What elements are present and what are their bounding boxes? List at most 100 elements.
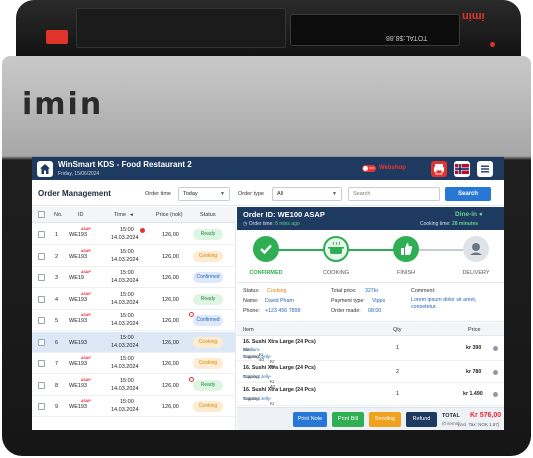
search-input[interactable] [348, 187, 440, 201]
table-row[interactable]: 7 WE193 ASAP 15:00 14.03.2024 126,00 Cooking [32, 353, 236, 374]
row-checkbox[interactable] [38, 360, 45, 367]
item-name: 16. Sushi Xtra Large (24 Pcs) [243, 387, 316, 393]
table-row[interactable]: 1 WE193 ASAP 15:00 14.03.2024 126,00 Ready [32, 224, 236, 245]
table-row[interactable]: 3 WE19 ASAP 15:00 14.03.2024 126,00 Confirmed [32, 267, 236, 288]
cooking-time: Cooking time: 28 minutes [420, 221, 478, 227]
asap-tag: ASAP [81, 227, 91, 231]
table-row[interactable]: 2 WE193 ASAP 15:00 14.03.2024 126,00 Cooking [32, 246, 236, 267]
col-price: Price (nok) [156, 212, 183, 218]
language-button[interactable] [454, 161, 470, 177]
customer-display-text: TOTAL:$8.88 [386, 34, 428, 41]
step-finish[interactable] [393, 236, 419, 262]
status-badge: Ready [193, 229, 223, 240]
row-checkbox[interactable] [38, 317, 45, 324]
total-price-label: Total price: [331, 288, 357, 294]
total-value: Kr 576,00 [470, 412, 502, 419]
row-checkbox[interactable] [38, 338, 45, 346]
row-id: WE193 [69, 296, 88, 303]
table-row[interactable]: 9 WE193 ASAP 15:00 14.03.2024 126,00 Cooking [32, 396, 236, 417]
comment-label: Comment: [411, 288, 436, 294]
row-date: 14.03.2024 [111, 342, 139, 349]
row-checkbox[interactable] [38, 403, 45, 410]
step-delivery[interactable] [463, 236, 489, 262]
step-cooking[interactable] [323, 236, 349, 262]
dine-in-icon: ● [478, 211, 483, 218]
table-row[interactable]: 8 WE193 ASAP 15:00 14.03.2024 126,00 Ready [32, 375, 236, 396]
item-size-label: Size: [243, 347, 254, 352]
asap-tag: ASAP [81, 377, 91, 382]
webshop-label: Webshop [379, 165, 406, 171]
row-checkbox[interactable] [38, 274, 45, 281]
order-made-label: Order made: [331, 308, 361, 314]
order-time-select[interactable]: Today ▼ [178, 187, 230, 201]
row-price: 126,00 [162, 404, 179, 410]
menu-button[interactable] [477, 161, 493, 177]
item-topping-label: Topping: [243, 374, 261, 379]
item-info-icon[interactable] [493, 346, 498, 351]
row-checkbox[interactable] [38, 252, 45, 260]
table-row[interactable]: 4 WE193 ASAP 15:00 14.03.2024 126,00 Ready [32, 289, 236, 310]
total-price-value: 327kr [365, 288, 379, 294]
row-time: 15:00 [120, 313, 134, 319]
chevron-down-icon: ▼ [220, 191, 225, 197]
item-name: 16. Sushi Xtra Large (24 Pcs) [243, 365, 316, 371]
row-checkbox[interactable] [38, 231, 45, 238]
cooking-pot-icon [328, 241, 344, 254]
row-id: WE19 [69, 275, 84, 281]
printer-release-tab[interactable] [46, 30, 68, 44]
table-row[interactable]: 6 WE193 15:00 14.03.2024 126,00 Cooking [32, 331, 236, 353]
item-info-icon[interactable] [493, 370, 498, 375]
row-no: 5 [55, 318, 59, 324]
order-type-select[interactable]: All ▼ [272, 187, 342, 201]
refund-button[interactable]: Refund [406, 412, 437, 427]
order-id: Order ID: WE100 ASAP [243, 210, 325, 219]
item-info-icon[interactable] [493, 392, 498, 397]
table-header: No. ID Time ◂ Price (nok) Status [32, 207, 236, 223]
filter-toolbar: Order Management Order time Today ▼ Orde… [32, 180, 504, 206]
row-date: 14.03.2024 [111, 256, 139, 263]
sending-button[interactable]: Sending [369, 412, 401, 427]
hamburger-menu-icon [481, 165, 489, 173]
step-confirmed[interactable] [253, 236, 279, 262]
col-time[interactable]: Time [114, 212, 126, 218]
row-no: 3 [55, 275, 59, 281]
col-no: No. [54, 212, 63, 218]
row-id: WE193 [69, 318, 88, 324]
power-indicator [490, 42, 495, 47]
row-id: WE193 [69, 339, 88, 346]
row-price: 126,00 [162, 275, 179, 281]
phone-value[interactable]: +123 456 7899 [265, 308, 301, 314]
asap-tag: ASAP [81, 399, 91, 403]
select-all-checkbox[interactable] [38, 211, 45, 218]
order-item[interactable]: 16. Sushi Xtra Large (24 Pcs) Topping: C… [237, 384, 504, 411]
items-col-qty: Qty [393, 327, 402, 333]
item-topping: Topping: Coconut Jelly - Kr 40 [243, 374, 275, 389]
asap-tag: ASAP [81, 291, 91, 296]
row-price: 126,00 [162, 296, 179, 303]
order-time-label: Order time [145, 191, 171, 197]
print-bill-button[interactable]: Print Bill [332, 412, 364, 427]
row-no: 1 [55, 232, 59, 238]
cooking-time-value: 28 minutes [451, 221, 479, 227]
order-time-label: Order time: [248, 221, 274, 227]
row-date: 14.03.2024 [111, 385, 139, 392]
item-topping-label: Topping: [243, 354, 261, 359]
row-checkbox[interactable] [38, 295, 45, 303]
order-item[interactable]: 16. Sushi Xtra Large (24 Pcs) Size: Medi… [237, 337, 504, 369]
note-icon[interactable] [140, 228, 145, 233]
table-row[interactable]: 5 WE193 ASAP 15:00 14.03.2024 126,00 Confirmed [32, 310, 236, 331]
row-checkbox[interactable] [38, 381, 45, 389]
name-value: David Pham [265, 298, 294, 304]
order-item[interactable]: 16. Sushi Xtra Large (24 Pcs) Topping: C… [237, 362, 504, 389]
row-no: 2 [55, 253, 59, 260]
cancel-icon[interactable] [189, 376, 194, 382]
search-button[interactable]: Search [445, 187, 491, 201]
items-header: Item Qty Price [237, 323, 504, 336]
print-note-button[interactable]: Print Note [293, 412, 327, 427]
printer-button[interactable] [431, 161, 447, 177]
home-button[interactable] [37, 161, 53, 177]
cancel-icon[interactable] [189, 312, 194, 317]
row-price: 126,00 [162, 318, 179, 324]
sort-icon[interactable]: ◂ [130, 212, 133, 218]
row-no: 4 [55, 296, 59, 303]
